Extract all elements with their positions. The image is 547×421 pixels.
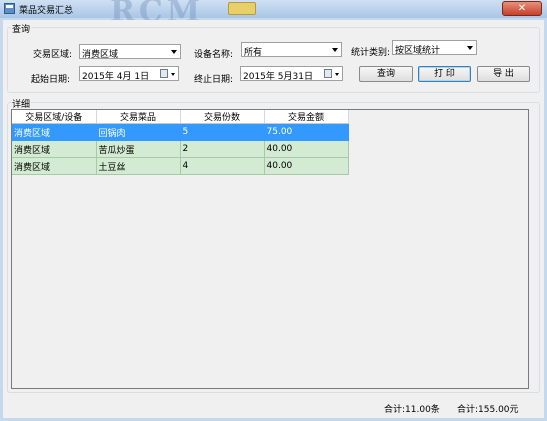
start-date-picker[interactable]: 2015年 4月 1日 <box>79 66 179 82</box>
stat-select-value: 按区域统计 <box>395 46 441 56</box>
stat-select[interactable]: 按区域统计 <box>392 40 477 56</box>
start-date-value: 2015年 4月 1日 <box>82 72 150 82</box>
total-amount: 合计:155.00元 <box>457 405 519 415</box>
end-date-picker[interactable]: 2015年 5月31日 <box>240 66 343 82</box>
end-date-value: 2015年 5月31日 <box>243 72 313 82</box>
title-badge <box>228 2 256 15</box>
table-cell: 消费区域 <box>12 123 97 141</box>
close-button[interactable]: ✕ <box>502 1 542 16</box>
chevron-down-icon <box>332 48 338 52</box>
table-cell: 回锅肉 <box>96 123 181 141</box>
start-date-label: 起始日期: <box>31 75 71 85</box>
table-cell: 40.00 <box>264 157 349 175</box>
stat-label: 统计类别: <box>351 48 391 58</box>
chevron-down-icon <box>467 46 473 50</box>
end-date-label: 终止日期: <box>194 75 234 85</box>
window-title: 菜品交易汇总 <box>19 6 74 16</box>
calendar-icon <box>160 69 168 78</box>
table-cell: 消费区域 <box>12 140 97 158</box>
table-row[interactable]: 消费区域 土豆丝 4 40.00 <box>12 157 349 175</box>
device-select-value: 所有 <box>244 48 263 58</box>
table-cell: 40.00 <box>264 140 349 158</box>
query-groupbox <box>7 27 540 93</box>
area-select-value: 消费区域 <box>82 50 119 60</box>
chevron-down-icon <box>171 73 175 76</box>
table-cell: 苦瓜炒蛋 <box>96 140 181 158</box>
app-icon <box>4 3 15 14</box>
table-header-row: 交易区域/设备 交易菜品 交易份数 交易金额 <box>12 110 349 124</box>
area-select[interactable]: 消费区域 <box>79 44 181 60</box>
query-button[interactable]: 查询 <box>359 66 413 82</box>
table-cell: 土豆丝 <box>96 157 181 175</box>
table-row[interactable]: 消费区域 回锅肉 5 75.00 <box>12 123 349 141</box>
table-cell: 75.00 <box>264 123 349 141</box>
table-cell: 4 <box>180 157 265 175</box>
column-header[interactable]: 交易份数 <box>180 110 265 124</box>
table-cell: 5 <box>180 123 265 141</box>
title-bar[interactable]: 菜品交易汇总 RCM ✕ <box>0 0 547 29</box>
table-row[interactable]: 消费区域 苦瓜炒蛋 2 40.00 <box>12 140 349 158</box>
print-button[interactable]: 打 印 <box>418 66 471 82</box>
area-label: 交易区域: <box>33 50 73 60</box>
table-cell: 2 <box>180 140 265 158</box>
calendar-icon <box>324 69 332 78</box>
query-group-label: 查询 <box>11 22 32 35</box>
detail-table: 交易区域/设备 交易菜品 交易份数 交易金额 消费区域 回锅肉 5 75.00 … <box>12 110 349 175</box>
column-header[interactable]: 交易金额 <box>264 110 349 124</box>
chevron-down-icon <box>171 50 177 54</box>
table-cell: 消费区域 <box>12 157 97 175</box>
app-window: 菜品交易汇总 RCM ✕ 查询 交易区域: 消费区域 设备名称: 所有 统计类别… <box>0 0 547 421</box>
export-button[interactable]: 导 出 <box>477 66 530 82</box>
device-select[interactable]: 所有 <box>241 42 342 58</box>
column-header[interactable]: 交易菜品 <box>96 110 181 124</box>
chevron-down-icon <box>335 73 339 76</box>
total-count: 合计:11.00条 <box>384 405 440 415</box>
column-header[interactable]: 交易区域/设备 <box>12 110 97 124</box>
detail-grid[interactable]: 交易区域/设备 交易菜品 交易份数 交易金额 消费区域 回锅肉 5 75.00 … <box>11 109 529 389</box>
client-area: 查询 交易区域: 消费区域 设备名称: 所有 统计类别: 按区域统计 起始日期:… <box>3 20 544 418</box>
device-label: 设备名称: <box>194 50 234 60</box>
